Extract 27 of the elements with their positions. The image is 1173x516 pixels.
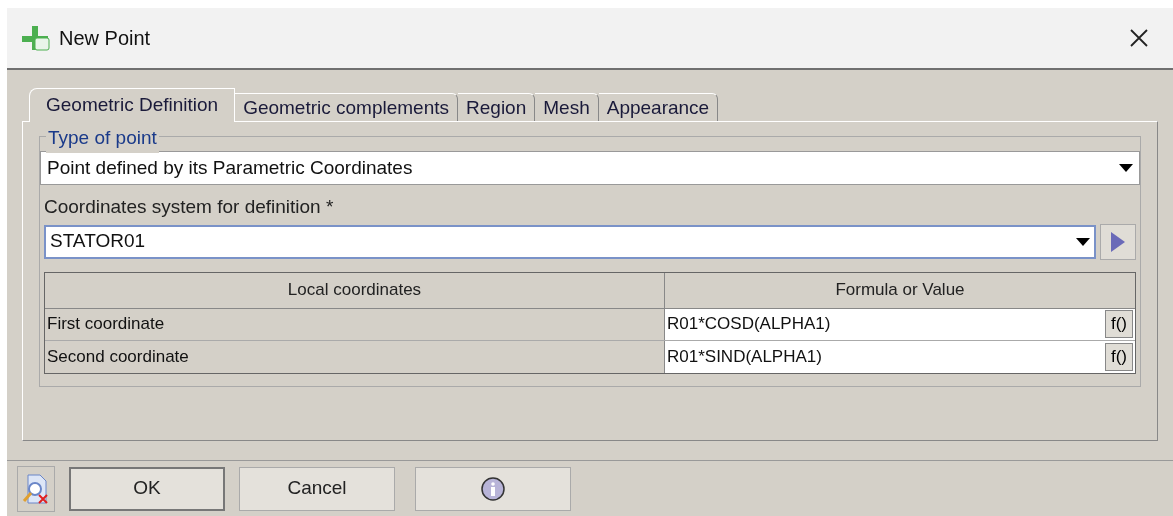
- tab[interactable]: Geometric Definition: [29, 88, 236, 122]
- preview-clear-button[interactable]: [17, 465, 55, 512]
- play-icon: [1111, 231, 1125, 252]
- column-header: Local coordinates: [45, 272, 665, 308]
- formula-cell[interactable]: R01*SIND(ALPHA1): [665, 343, 1105, 370]
- dialog-button[interactable]: OK: [69, 466, 225, 511]
- coordinate-system-dropdown[interactable]: STATOR01: [44, 224, 1096, 259]
- field-label: Coordinates system for definition *: [44, 195, 335, 219]
- tab[interactable]: Mesh: [535, 93, 599, 121]
- dialog-button[interactable]: Cancel: [239, 466, 395, 511]
- tab[interactable]: Geometric complements: [235, 93, 459, 121]
- dropdown-value: Point defined by its Parametric Coordinates: [47, 155, 414, 180]
- document-search-icon: [22, 472, 50, 505]
- function-button[interactable]: f(): [1104, 310, 1133, 338]
- formula-cell[interactable]: R01*COSD(ALPHA1): [665, 311, 1105, 337]
- dropdown-arrow-icon[interactable]: [1119, 164, 1133, 172]
- window-title: New Point: [59, 26, 151, 51]
- play-button[interactable]: [1100, 223, 1136, 260]
- dropdown-arrow-icon[interactable]: [1076, 237, 1090, 246]
- info-icon: [480, 475, 506, 502]
- close-icon[interactable]: [1129, 28, 1149, 48]
- tab[interactable]: Appearance: [598, 93, 719, 121]
- tab[interactable]: Region: [458, 93, 536, 121]
- dropdown-value: STATOR01: [50, 229, 147, 254]
- function-button[interactable]: f(): [1104, 342, 1133, 371]
- column-header: Formula or Value: [834, 279, 966, 302]
- type-dropdown[interactable]: Point defined by its Parametric Coordinates: [40, 151, 1140, 185]
